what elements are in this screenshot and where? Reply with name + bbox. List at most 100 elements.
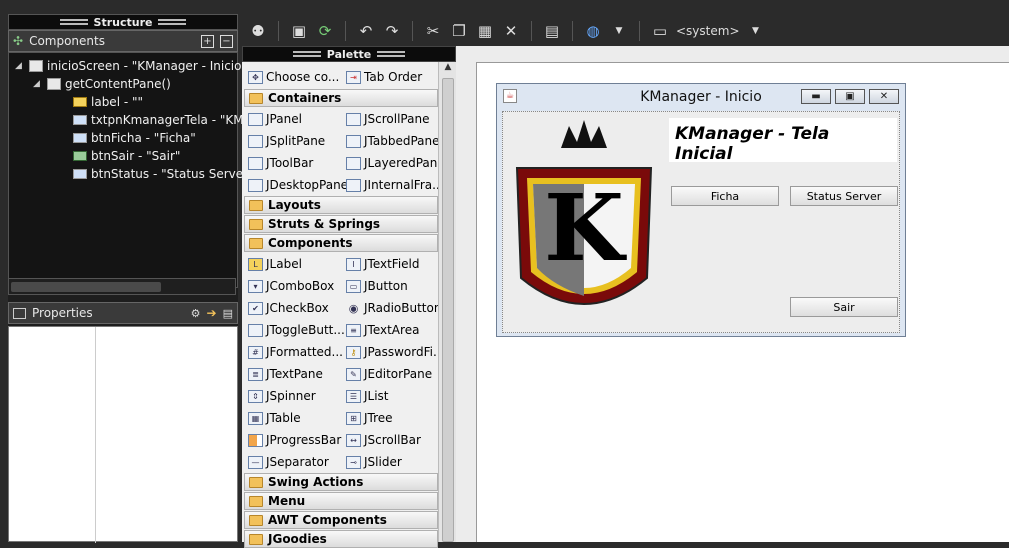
sair-button[interactable]: Sair <box>790 297 898 317</box>
button-icon <box>73 133 87 143</box>
jcheckbox-icon: ✔ <box>248 301 263 315</box>
look-and-feel-icon[interactable]: ▭ <box>650 21 670 41</box>
palette-item-label: JScrollBar <box>364 433 421 447</box>
palette-jradiobutton[interactable]: ◉ JRadioButton <box>346 298 442 318</box>
properties-grid[interactable] <box>8 326 238 543</box>
tree-item-btnficha[interactable]: btnFicha - "Ficha" <box>73 129 196 147</box>
tree-collapse-icon[interactable]: ◢ <box>15 61 25 71</box>
kmanager-logo[interactable]: K <box>509 118 659 330</box>
category-menu[interactable]: Menu <box>244 492 438 510</box>
chevron-down-icon[interactable]: ▼ <box>746 21 766 41</box>
palette-jsplitpane[interactable]: JSplitPane <box>248 131 325 151</box>
palette-jtree[interactable]: ⊞ JTree <box>346 408 393 428</box>
palette-title-bar[interactable]: Palette <box>242 46 456 62</box>
delete-icon[interactable]: ✕ <box>501 21 521 41</box>
components-label: Components <box>29 34 105 48</box>
layout-icon[interactable]: ▤ <box>542 21 562 41</box>
palette-jscrollbar[interactable]: ↔ JScrollBar <box>346 430 421 450</box>
jframe-preview[interactable]: ☕ KManager - Inicio ▬ ▣ ✕ K KManager - T… <box>496 83 906 337</box>
palette-jtoolbar[interactable]: JToolBar <box>248 153 313 173</box>
tree-item-inicioscreen[interactable]: ◢ inicioScreen - "KManager - Inicio" <box>15 57 247 75</box>
minimize-button[interactable]: ▬ <box>801 89 831 104</box>
tree-item-txtpn[interactable]: txtpnKmanagerTela - "KMa <box>73 111 251 129</box>
palette-item-label: JSlider <box>364 455 402 469</box>
palette-item-label: JTable <box>266 411 301 425</box>
palette-jcheckbox[interactable]: ✔ JCheckBox <box>248 298 329 318</box>
cut-icon[interactable]: ✂ <box>423 21 443 41</box>
palette-title: Palette <box>326 47 372 61</box>
chevron-down-icon[interactable]: ▼ <box>609 21 629 41</box>
palette-vertical-scrollbar[interactable]: ▲ <box>438 62 456 542</box>
tree-item-btnstatus[interactable]: btnStatus - "Status Server" <box>73 165 254 183</box>
palette-jdesktoppane[interactable]: JDesktopPane <box>248 175 348 195</box>
collapse-all-icon[interactable]: − <box>220 34 233 48</box>
category-containers[interactable]: Containers <box>244 89 438 107</box>
redo-icon[interactable]: ↷ <box>382 21 402 41</box>
palette-jtextfield[interactable]: I JTextField <box>346 254 420 274</box>
palette-jlayeredpane[interactable]: JLayeredPane <box>346 153 445 173</box>
expand-all-icon[interactable]: + <box>201 34 214 48</box>
tree-item-contentpane[interactable]: ◢ getContentPane() <box>33 75 171 93</box>
folder-icon <box>249 199 263 211</box>
palette-jtabbedpane[interactable]: JTabbedPane <box>346 131 440 151</box>
palette-item-label: JLabel <box>266 257 302 271</box>
scrollbar-thumb[interactable] <box>11 282 161 292</box>
tree-item-btnsair[interactable]: btnSair - "Sair" <box>73 147 180 165</box>
tree-item-label: inicioScreen - "KManager - Inicio" <box>47 59 247 73</box>
close-button[interactable]: ✕ <box>869 89 899 104</box>
palette-item-label: JComboBox <box>266 279 335 293</box>
category-awt-components[interactable]: AWT Components <box>244 511 438 529</box>
content-pane[interactable]: K KManager - Tela Inicial Ficha Status S… <box>502 111 900 333</box>
status-server-button[interactable]: Status Server <box>790 186 898 206</box>
palette-jspinner[interactable]: ⇕ JSpinner <box>248 386 316 406</box>
button-icon <box>73 169 87 179</box>
look-and-feel-combo[interactable]: <system> <box>676 24 740 38</box>
copy-icon[interactable]: ❐ <box>449 21 469 41</box>
palette-jseparator[interactable]: — JSeparator <box>248 452 329 472</box>
tree-collapse-icon[interactable]: ◢ <box>33 79 43 89</box>
tree-horizontal-scrollbar[interactable] <box>8 278 236 295</box>
scrollbar-thumb[interactable] <box>442 78 454 542</box>
palette-jinternalframe[interactable]: JInternalFra... <box>346 175 444 195</box>
paste-icon[interactable]: ▦ <box>475 21 495 41</box>
palette-jprogressbar[interactable]: JProgressBar <box>248 430 341 450</box>
palette-choose-component[interactable]: ✥ Choose co... <box>248 67 339 87</box>
header-textpane[interactable]: KManager - Tela Inicial <box>669 118 897 164</box>
palette-jtogglebutton[interactable]: JToggleButt... <box>248 320 345 340</box>
refresh-icon[interactable]: ⟳ <box>315 21 335 41</box>
category-struts-springs[interactable]: Struts & Springs <box>244 215 438 233</box>
palette-jpanel[interactable]: JPanel <box>248 109 302 129</box>
tree-item-label-component[interactable]: label - "" <box>73 93 143 111</box>
category-swing-actions[interactable]: Swing Actions <box>244 473 438 491</box>
jinternalframe-icon <box>346 178 361 192</box>
palette-jscrollpane[interactable]: JScrollPane <box>346 109 429 129</box>
palette-jformattedtextfield[interactable]: # JFormatted... <box>248 342 343 362</box>
palette-jtable[interactable]: ▦ JTable <box>248 408 301 428</box>
globe-icon[interactable]: ◍ <box>583 21 603 41</box>
ficha-button[interactable]: Ficha <box>671 186 779 206</box>
category-layouts[interactable]: Layouts <box>244 196 438 214</box>
category-components[interactable]: Components <box>244 234 438 252</box>
palette-jeditorpane[interactable]: ✎ JEditorPane <box>346 364 432 384</box>
category-jgoodies[interactable]: JGoodies <box>244 530 438 548</box>
scroll-up-icon[interactable]: ▲ <box>439 62 457 76</box>
palette-jbutton[interactable]: ▭ JButton <box>346 276 408 296</box>
palette-jtextarea[interactable]: ≡ JTextArea <box>346 320 419 340</box>
palette-tab-order[interactable]: ⇥ Tab Order <box>346 67 422 87</box>
palette-jslider[interactable]: ⊸ JSlider <box>346 452 402 472</box>
palette-jcombobox[interactable]: ▾ JComboBox <box>248 276 334 296</box>
goto-source-icon[interactable]: ▣ <box>289 21 309 41</box>
palette-jlabel[interactable]: L JLabel <box>248 254 302 274</box>
test-gui-icon[interactable]: ⚉ <box>248 21 268 41</box>
undo-icon[interactable]: ↶ <box>356 21 376 41</box>
category-label: Struts & Springs <box>268 217 381 231</box>
palette-item-label: JToolBar <box>266 156 314 170</box>
palette-jtextpane[interactable]: ≣ JTextPane <box>248 364 323 384</box>
goto-definition-icon[interactable]: ➔ <box>207 306 217 320</box>
palette-jpasswordfield[interactable]: ⚷ JPasswordFi... <box>346 342 444 362</box>
palette-jlist[interactable]: ☰ JList <box>346 386 389 406</box>
show-advanced-icon[interactable]: ▤ <box>223 307 233 320</box>
show-events-icon[interactable]: ⚙ <box>191 307 201 320</box>
maximize-button[interactable]: ▣ <box>835 89 865 104</box>
structure-panel-title[interactable]: Structure <box>8 14 238 30</box>
